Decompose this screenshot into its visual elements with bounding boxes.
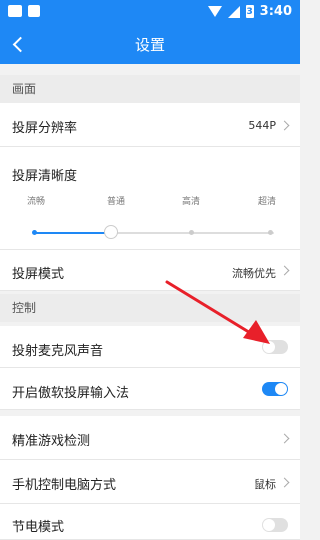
status-time: 3:40 [259, 4, 292, 19]
slider-handle[interactable] [104, 225, 118, 239]
toggle-knob [275, 383, 287, 395]
signal-icon [227, 5, 240, 18]
phone-control-label: 手机控制电脑方式 [12, 478, 117, 493]
section-header-control: 控制 [0, 294, 300, 322]
resolution-row[interactable]: 投屏分辨率 544P [0, 103, 300, 147]
clarity-levels: 流畅 普通 高清 超清 [0, 194, 300, 207]
page-title: 设置 [134, 36, 165, 54]
power-save-toggle[interactable] [262, 518, 288, 532]
power-save-row: 节电模式 [0, 504, 300, 540]
game-detect-row[interactable]: 精准游戏检测 [0, 416, 300, 460]
section-header-picture: 画面 [0, 75, 300, 103]
toggle-knob [263, 519, 275, 531]
clarity-level-high[interactable]: 高清 [171, 194, 211, 207]
app-bar: 设置 [0, 24, 300, 64]
notification-icon [28, 5, 40, 17]
power-save-label: 节电模式 [12, 520, 65, 535]
clarity-level-ultra[interactable]: 超清 [247, 194, 287, 207]
clarity-slider[interactable] [32, 225, 274, 239]
mode-label: 投屏模式 [12, 267, 65, 282]
phone-control-value: 鼠标 [254, 478, 276, 491]
mode-row[interactable]: 投屏模式 流畅优先 [0, 250, 300, 291]
clarity-label: 投屏清晰度 [12, 169, 78, 184]
mic-sound-toggle[interactable] [262, 340, 288, 354]
ime-row: 开启傲软投屏输入法 [0, 368, 300, 410]
chevron-right-icon [279, 265, 290, 276]
ime-toggle[interactable] [262, 382, 288, 396]
ime-label: 开启傲软投屏输入法 [12, 386, 130, 401]
mic-sound-label: 投射麦克风声音 [12, 344, 104, 359]
phone-control-row[interactable]: 手机控制电脑方式 鼠标 [0, 460, 300, 504]
slider-stop [32, 230, 37, 235]
chevron-right-icon [279, 433, 290, 444]
slider-stop [268, 230, 273, 235]
image-icon [8, 5, 22, 17]
resolution-value: 544P [248, 119, 276, 132]
wifi-icon [207, 6, 222, 17]
chevron-right-icon [279, 477, 290, 488]
mode-value: 流畅优先 [232, 267, 276, 280]
toggle-knob [263, 341, 275, 353]
mic-sound-row: 投射麦克风声音 [0, 326, 300, 368]
battery-icon: 3 [245, 5, 254, 18]
chevron-right-icon [279, 120, 290, 131]
clarity-level-normal[interactable]: 普通 [96, 194, 136, 207]
resolution-label: 投屏分辨率 [12, 121, 78, 136]
status-bar: 3 3:40 [0, 0, 300, 24]
slider-stop [189, 230, 194, 235]
game-detect-label: 精准游戏检测 [12, 434, 91, 449]
clarity-level-smooth[interactable]: 流畅 [16, 194, 56, 207]
slider-fill [34, 232, 110, 234]
